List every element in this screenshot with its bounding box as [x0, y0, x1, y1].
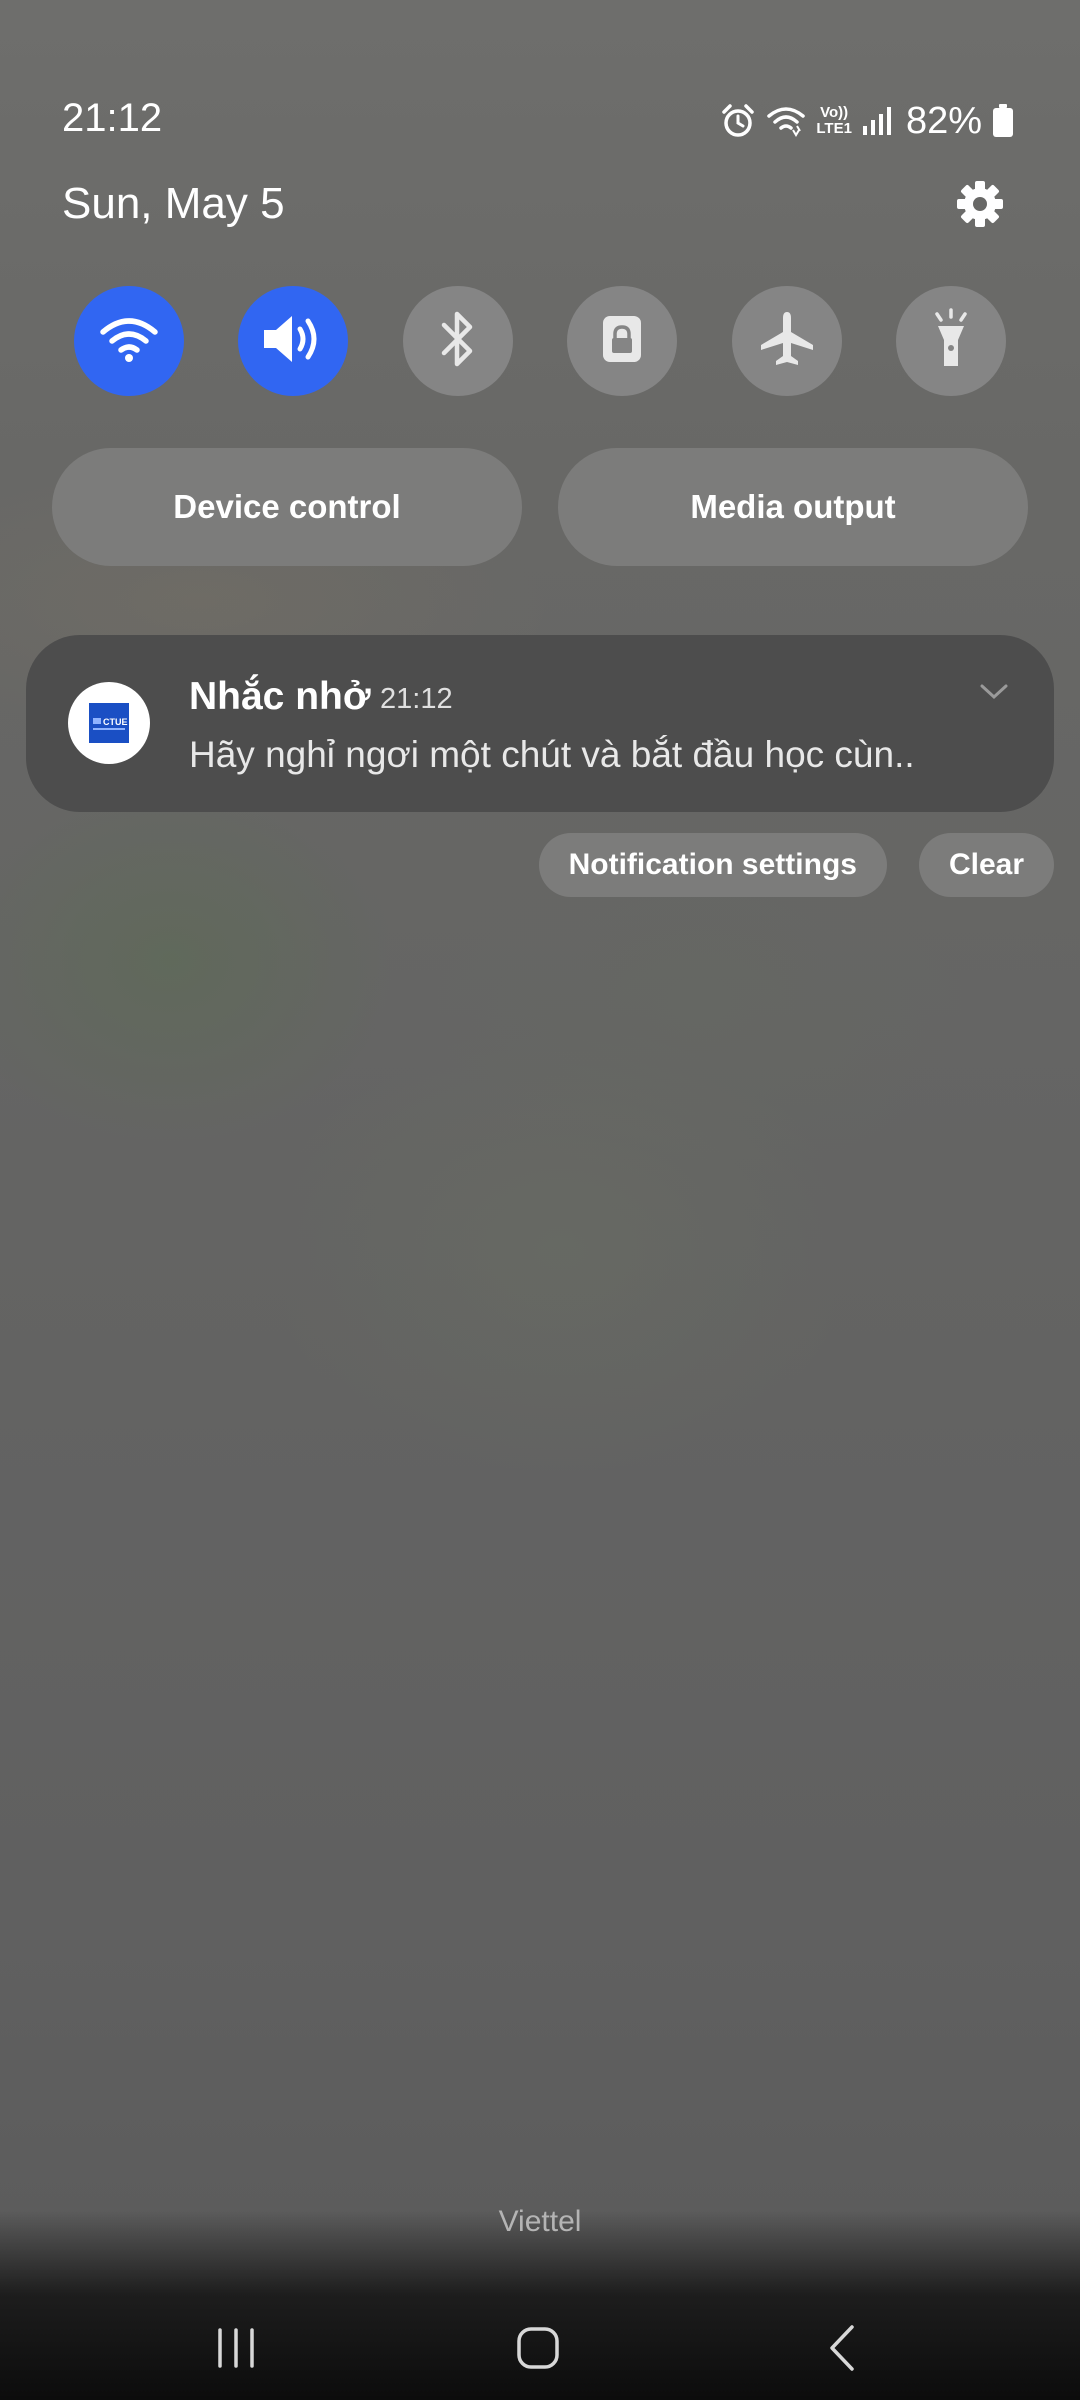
lock-icon	[600, 313, 644, 370]
wifi-toggle[interactable]	[74, 286, 184, 396]
bluetooth-toggle[interactable]	[402, 286, 513, 396]
sound-toggle[interactable]	[238, 286, 349, 396]
notification-title: Nhắc nhở	[189, 675, 371, 718]
chevron-down-icon	[979, 683, 1009, 706]
settings-button[interactable]	[952, 178, 1008, 234]
notification-actions: Notification settings Clear	[538, 833, 1054, 897]
svg-text:CTUE: CTUE	[103, 717, 128, 727]
rotation-lock-toggle[interactable]	[567, 286, 678, 396]
lte-label: LTE1	[816, 120, 852, 137]
back-icon	[827, 2324, 857, 2377]
airplane-icon	[757, 309, 817, 374]
media-output-button[interactable]: Media output	[558, 448, 1028, 566]
expand-button[interactable]	[974, 679, 1014, 709]
alarm-icon	[720, 103, 756, 139]
bluetooth-icon	[436, 309, 480, 374]
quick-settings-row	[74, 286, 1006, 396]
battery-percent: 82%	[905, 100, 982, 142]
date-label: Sun, May 5	[62, 179, 285, 228]
gear-icon	[955, 179, 1005, 234]
app-icon: CTUE	[68, 682, 150, 764]
volte-label: Vo))	[820, 104, 849, 121]
recent-apps-icon	[214, 2327, 258, 2373]
recent-apps-button[interactable]	[166, 2310, 306, 2390]
notification-body: Hãy nghỉ ngơi một chút và bắt đầu học cù…	[189, 735, 915, 775]
volte-lte-icon: Vo)) LTE1	[816, 105, 852, 137]
wifi-icon	[99, 314, 159, 369]
home-button[interactable]	[468, 2310, 608, 2390]
notification-time: 21:12	[380, 683, 453, 715]
back-button[interactable]	[772, 2310, 912, 2390]
status-time: 21:12	[62, 96, 163, 140]
carrier-label: Viettel	[498, 2205, 582, 2238]
device-control-button[interactable]: Device control	[52, 448, 522, 566]
ctue-logo: CTUE	[89, 703, 129, 743]
notification-settings-button[interactable]: Notification settings	[538, 833, 887, 897]
home-icon	[516, 2326, 560, 2375]
clear-button[interactable]: Clear	[918, 833, 1054, 897]
status-icons: Vo)) LTE1 82%	[720, 98, 1014, 144]
wifi-icon	[766, 104, 806, 138]
signal-icon	[862, 106, 892, 136]
flashlight-icon	[929, 307, 973, 375]
flashlight-toggle[interactable]	[895, 286, 1006, 396]
sound-icon	[260, 311, 326, 372]
notification-card[interactable]: CTUE Nhắc nhở 21:12 Hãy nghỉ ngơi một ch…	[26, 635, 1054, 812]
panel-buttons-row: Device control Media output	[52, 448, 1028, 566]
airplane-mode-toggle[interactable]	[731, 286, 842, 396]
battery-icon	[992, 104, 1014, 138]
